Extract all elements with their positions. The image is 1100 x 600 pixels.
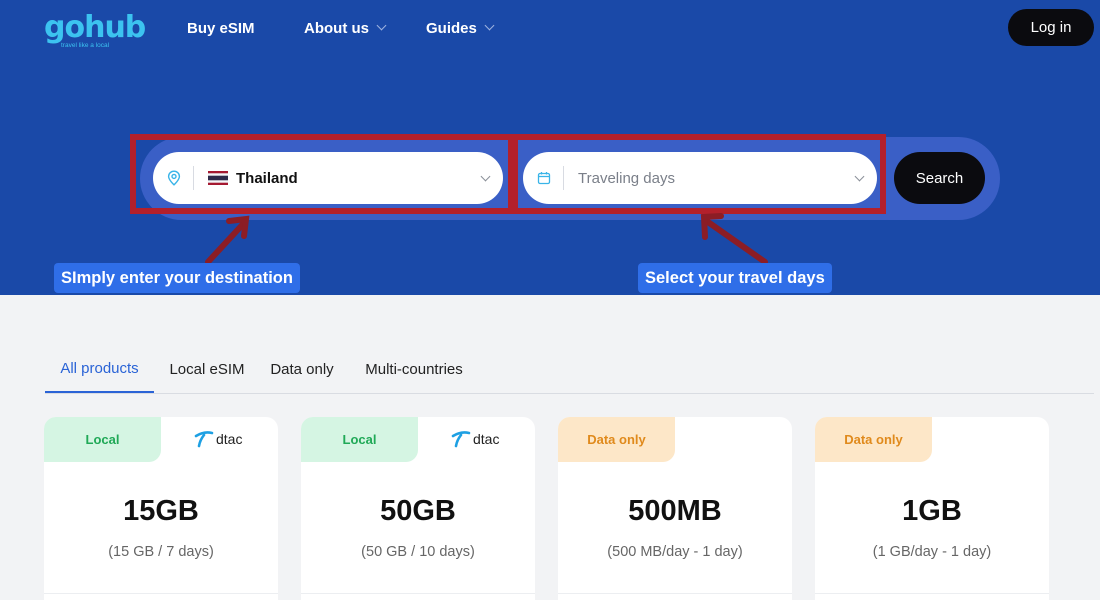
logo-text: gohub xyxy=(44,10,146,45)
nav-guides[interactable]: Guides xyxy=(426,18,495,38)
carrier-name: dtac xyxy=(216,431,243,447)
nav-about-us[interactable]: About us xyxy=(304,18,387,38)
product-tabs: All products Local eSIM Data only Multi-… xyxy=(45,345,1094,394)
chevron-down-icon xyxy=(484,20,495,31)
destination-highlight-box xyxy=(130,134,514,214)
carrier-name: dtac xyxy=(473,431,500,447)
data-amount: 500MB xyxy=(628,495,722,527)
tab-all-products[interactable]: All products xyxy=(45,345,154,393)
nav-buy-esim[interactable]: Buy eSIM xyxy=(187,18,255,38)
days-highlight-box xyxy=(512,134,886,214)
nav-label: About us xyxy=(304,19,369,37)
destination-callout: SImply enter your destination xyxy=(54,263,300,293)
logo-tagline: travel like a local xyxy=(61,42,110,49)
card-divider xyxy=(558,593,792,594)
product-type-badge: Data only xyxy=(558,417,675,462)
data-amount: 50GB xyxy=(380,495,456,527)
product-card[interactable]: Data only 1GB (1 GB/day - 1 day) xyxy=(815,417,1049,600)
product-card[interactable]: Local dtac 15GB (15 GB / 7 days) xyxy=(44,417,278,600)
tab-local-esim[interactable]: Local eSIM xyxy=(166,345,248,393)
dtac-icon xyxy=(194,431,214,448)
product-type-badge: Local xyxy=(301,417,418,462)
tab-data-only[interactable]: Data only xyxy=(269,345,335,393)
card-divider xyxy=(815,593,1049,594)
plan-details: (1 GB/day - 1 day) xyxy=(872,544,992,560)
login-button[interactable]: Log in xyxy=(1008,9,1094,46)
card-divider xyxy=(44,593,278,594)
logo[interactable]: gohub travel like a local xyxy=(44,12,146,50)
nav-label: Buy eSIM xyxy=(187,19,255,37)
plan-details: (50 GB / 10 days) xyxy=(361,544,475,560)
plan-details: (15 GB / 7 days) xyxy=(108,544,214,560)
carrier-logo: dtac xyxy=(194,430,242,448)
product-card[interactable]: Data only 500MB (500 MB/day - 1 day) xyxy=(558,417,792,600)
tab-multi-countries[interactable]: Multi-countries xyxy=(362,345,466,393)
data-amount: 1GB xyxy=(902,495,962,527)
search-button[interactable]: Search xyxy=(894,152,985,204)
plan-details: (500 MB/day - 1 day) xyxy=(607,544,743,560)
data-amount: 15GB xyxy=(123,495,199,527)
product-type-badge: Data only xyxy=(815,417,932,462)
carrier-logo: dtac xyxy=(451,430,499,448)
card-divider xyxy=(301,593,535,594)
product-type-badge: Local xyxy=(44,417,161,462)
chevron-down-icon xyxy=(376,20,387,31)
days-callout: Select your travel days xyxy=(638,263,832,293)
product-card[interactable]: Local dtac 50GB (50 GB / 10 days) xyxy=(301,417,535,600)
dtac-icon xyxy=(451,431,471,448)
nav-label: Guides xyxy=(426,19,477,37)
